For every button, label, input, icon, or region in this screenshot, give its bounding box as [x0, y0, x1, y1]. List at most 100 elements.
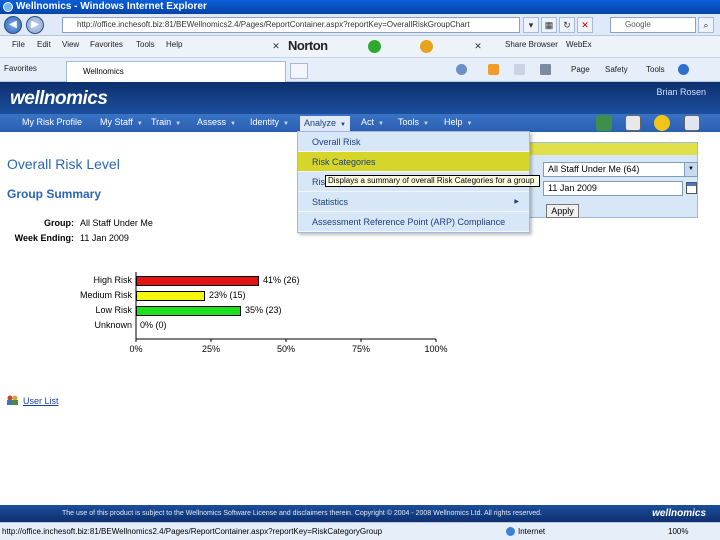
category-label: Unknown [94, 320, 132, 330]
search-input[interactable]: Google [610, 17, 696, 33]
home-icon[interactable] [456, 64, 467, 75]
tooltip: Displays a summary of overall Risk Categ… [325, 175, 540, 187]
share-browser-button[interactable]: Share Browser [505, 40, 558, 49]
search-icon[interactable]: ⌕ [698, 17, 714, 33]
print-icon[interactable] [540, 64, 551, 75]
new-tab-button[interactable] [290, 63, 308, 79]
week-ending-value: 11 Jan 2009 [80, 233, 129, 243]
nav-tools[interactable]: Tools ▼ [398, 117, 429, 127]
status-url: http://office.inchesoft.biz:81/BEWellnom… [2, 527, 383, 536]
nav-help[interactable]: Help ▼ [444, 117, 472, 127]
x-tick-label: 0% [129, 344, 143, 354]
nav-identity[interactable]: Identity ▼ [250, 117, 289, 127]
user-list-link[interactable]: User List [23, 396, 59, 406]
user-name: Brian Rosen [656, 87, 706, 97]
footer-logo: wellnomics [652, 508, 706, 519]
favorites-bar: Favorites Wellnomics Page Safety Tools [0, 58, 720, 82]
safety-menu[interactable]: Safety [605, 65, 628, 74]
security-zone: Internet [518, 527, 546, 536]
menu-item-overall-risk[interactable]: Overall Risk [298, 132, 529, 152]
window-title: Wellnomics - Windows Internet Explorer [16, 1, 207, 12]
menu-item-statistics[interactable]: Statistics ▶ [298, 192, 529, 212]
app-header: wellnomics Brian Rosen [0, 82, 720, 114]
x-tick-label: 25% [201, 344, 220, 354]
read-mail-icon[interactable] [514, 64, 525, 75]
group-value: All Staff Under Me [80, 218, 153, 228]
group-select-value: All Staff Under Me (64) [548, 164, 640, 174]
favorites-button[interactable]: Favorites [4, 64, 37, 73]
nav-analyze[interactable]: Analyze ▼ [300, 116, 350, 131]
bar-value-label: 41% (26) [263, 275, 300, 285]
tools-menu[interactable]: Tools [646, 65, 665, 74]
x-tick-label: 50% [276, 344, 295, 354]
group-label: Group: [44, 218, 74, 228]
chevron-down-icon[interactable]: ▼ [684, 163, 697, 176]
stop-icon[interactable]: ✕ [577, 17, 593, 33]
category-label: Low Risk [95, 305, 132, 315]
x-tick-label: 75% [351, 344, 370, 354]
window-titlebar: Wellnomics - Windows Internet Explorer [0, 0, 720, 14]
group-select[interactable]: All Staff Under Me (64) ▼ [543, 162, 698, 177]
browser-tab[interactable]: Wellnomics [66, 61, 286, 82]
globe-icon [506, 527, 515, 536]
page-menu[interactable]: Page [571, 65, 590, 74]
status-bar: http://office.inchesoft.biz:81/BEWellnom… [0, 522, 720, 540]
app-nav: My Risk Profile My Staff ▼ Train ▼ Assess ▼… [0, 114, 720, 132]
filter-panel: All Staff Under Me (64) ▼ 11 Jan 2009 Ap… [528, 142, 698, 218]
nav-my-staff[interactable]: My Staff ▼ [100, 117, 143, 127]
category-label: Medium Risk [79, 290, 132, 300]
norton-lock-icon[interactable] [420, 40, 433, 53]
nav-act[interactable]: Act ▼ [361, 117, 384, 127]
menu-help[interactable]: Help [166, 40, 182, 49]
category-label: High Risk [93, 275, 132, 285]
bar-value-label: 23% (15) [209, 290, 246, 300]
section-title: Group Summary [7, 187, 102, 201]
wellnomics-logo: wellnomics [10, 88, 108, 109]
menu-favorites[interactable]: Favorites [90, 40, 123, 49]
forward-button[interactable]: ▶ [26, 16, 44, 34]
close-toolbar-icon[interactable]: ✕ [268, 39, 284, 55]
menu-bar: File Edit View Favorites Tools Help ✕ No… [0, 36, 720, 58]
dropdown-arrow-icon[interactable]: ▾ [523, 17, 539, 33]
bar [136, 276, 259, 286]
help-icon[interactable] [678, 64, 689, 75]
menu-view[interactable]: View [62, 40, 79, 49]
address-bar: ◀ ▶ http://office.inchesoft.biz:81/BEWel… [0, 14, 720, 36]
nav-my-risk-profile[interactable]: My Risk Profile [22, 117, 82, 127]
back-button[interactable]: ◀ [4, 16, 22, 34]
webex-button[interactable]: WebEx [566, 40, 592, 49]
tab-title: Wellnomics [83, 67, 124, 76]
nav-train[interactable]: Train ▼ [151, 117, 181, 127]
menu-file[interactable]: File [12, 40, 25, 49]
app-footer: The use of this product is subject to th… [0, 505, 720, 522]
week-ending-label: Week Ending: [14, 233, 74, 243]
compatibility-icon[interactable]: ▦ [541, 17, 557, 33]
menu-item-arp-compliance[interactable]: Assessment Reference Point (ARP) Complia… [298, 212, 529, 232]
bar [136, 291, 205, 301]
settings-icon[interactable] [684, 115, 700, 131]
bar-value-label: 35% (23) [245, 305, 282, 315]
risk-level-chart: High Risk 41% (26) Medium Risk 23% (15) Low … [60, 268, 460, 358]
week-date-input[interactable]: 11 Jan 2009 [543, 181, 683, 196]
export-icon[interactable] [596, 115, 612, 131]
menu-edit[interactable]: Edit [37, 40, 51, 49]
menu-item-risk-categories[interactable]: Risk Categories [298, 152, 529, 172]
footer-text: The use of this product is subject to th… [62, 510, 542, 517]
rss-icon[interactable] [488, 64, 499, 75]
apply-button[interactable]: Apply [546, 204, 579, 218]
page-title: Overall Risk Level [7, 156, 120, 172]
close-toolbar-icon-2[interactable]: ✕ [470, 39, 486, 55]
zoom-level[interactable]: 100% [668, 523, 688, 540]
refresh-icon[interactable]: ↻ [559, 17, 575, 33]
menu-tools[interactable]: Tools [136, 40, 155, 49]
bar-value-label: 0% (0) [140, 320, 167, 330]
calendar-icon[interactable] [686, 182, 697, 194]
norton-toolbar[interactable]: Norton [288, 38, 328, 53]
url-input[interactable]: http://office.inchesoft.biz:81/BEWellnom… [62, 17, 520, 33]
norton-check-icon[interactable] [368, 40, 381, 53]
x-tick-label: 100% [424, 344, 448, 354]
report-icon[interactable] [625, 115, 641, 131]
nav-assess[interactable]: Assess ▼ [197, 117, 236, 127]
help-circle-icon[interactable] [654, 115, 670, 131]
bar [136, 306, 241, 316]
